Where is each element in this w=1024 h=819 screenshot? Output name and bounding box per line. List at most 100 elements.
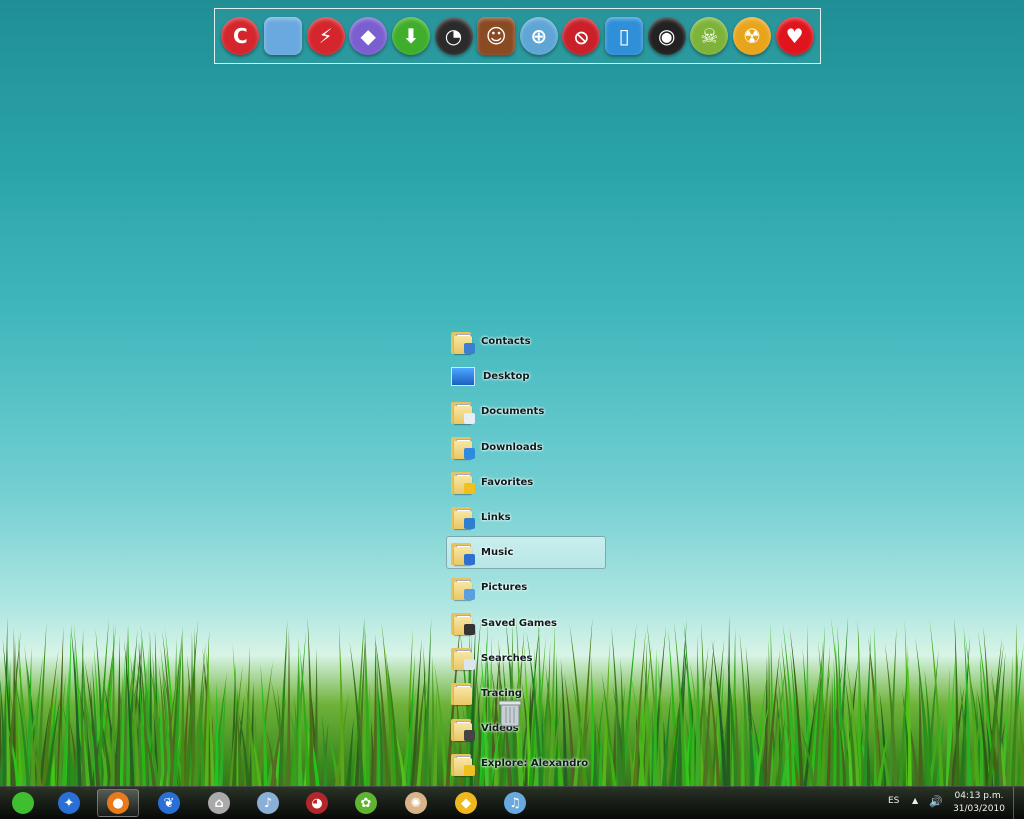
taskbar-button[interactable]: ⌂ [198,789,240,817]
grass-blade [169,728,182,789]
red-hand-icon[interactable]: C [221,17,260,55]
stack-item[interactable]: Music [446,536,606,570]
stack-item[interactable]: Links [446,501,606,534]
ninja-icon: ◕ [306,792,328,814]
taskbar-button[interactable]: ◕ [296,789,338,817]
grass-blade [844,657,859,789]
grass-blade [118,661,135,789]
show-hidden-icons-arrow-icon[interactable]: ▲ [912,796,918,805]
skull-icon[interactable]: ☠ [690,17,729,55]
stack-item[interactable]: Saved Games [446,607,606,640]
camera-lens-icon[interactable]: ◉ [647,17,686,55]
grass-blade [20,704,30,789]
folder-icon [451,576,475,600]
popsicle-icon[interactable]: ☺ [477,17,516,55]
taskbar-button[interactable]: ✺ [395,789,437,817]
grass-blade [100,694,116,789]
grass-blade [812,689,819,789]
grass-blade [730,628,736,789]
grass-blade [625,723,636,789]
grass-blade [1010,647,1019,789]
grass-blade [278,619,288,789]
grass-blade [270,679,288,789]
grass-blade [780,728,792,789]
grass-blade [153,711,159,789]
volume-icon[interactable]: 🔊 [929,795,943,808]
grass-blade [995,651,1006,789]
grass-blade [97,727,109,789]
grass-blade [152,652,159,789]
grass-blade [639,686,648,789]
grass-blade [670,670,684,789]
grass-blade [842,690,854,789]
taskbar-button[interactable]: ♫ [494,789,536,817]
grass-blade [36,622,47,789]
grass-blade [91,661,100,789]
grass-blade [62,703,75,789]
speedometer-icon[interactable]: ◔ [434,17,473,55]
top-dock: C ⚡ ◆ ⬇ ◔ ☺ ⊕ ⦸ ▯ ◉ ☠ ☢ ♥ [214,8,821,64]
stack-item-label: Documents [481,406,545,418]
stack-item[interactable]: Documents [446,395,606,428]
recycle-bin-icon[interactable] [498,698,522,728]
grass-blade [765,649,781,789]
grass-blade [356,627,366,789]
purple-gem-icon[interactable]: ◆ [349,17,388,55]
lightning-icon[interactable]: ⚡ [306,17,345,55]
clock[interactable]: 04:13 p.m. 31/03/2010 [948,790,1010,816]
crosshair-icon[interactable]: ⊕ [519,17,558,55]
stack-item[interactable]: Downloads [446,431,606,464]
blue-folder-icon[interactable] [263,17,302,55]
radiation-icon[interactable]: ☢ [733,17,771,55]
taskbar-button[interactable] [2,789,44,817]
stack-item[interactable]: Explore: Alexandro [446,747,606,780]
grass-blade [823,706,829,789]
grass-blade [782,623,798,789]
grass-blade [422,618,432,789]
grass-blade [752,672,768,789]
grass-blade [993,719,1006,789]
stack-item[interactable]: Videos [446,712,606,745]
download-icon[interactable]: ⬇ [391,17,430,55]
grass-blade [990,675,1007,789]
grass-blade [78,688,94,789]
taskbar-button[interactable]: ✦ [48,789,90,817]
stack-item[interactable]: Pictures [446,571,606,604]
grass-blade [430,655,435,789]
grass-blade [338,624,345,789]
grass-blade [779,726,785,789]
grass-blade [158,711,166,789]
grass-blade [769,622,774,789]
grass-blade [906,644,912,789]
taskbar-button[interactable]: ♪ [247,789,289,817]
taskbar-button[interactable]: ✿ [345,789,387,817]
stack-item[interactable]: Tracing [446,677,606,710]
heart-icon[interactable]: ♥ [775,17,814,55]
grass-blade [25,646,32,789]
no-entry-icon[interactable]: ⦸ [562,17,601,55]
grass-blade [204,636,209,789]
grass-blade [237,709,251,789]
grass-blade [131,691,136,789]
stack-item[interactable]: Searches [446,642,606,675]
taskbar-button[interactable]: ◆ [445,789,487,817]
taskbar-button[interactable]: ● [97,789,139,817]
stack-item[interactable]: Favorites [446,466,606,499]
ipod-icon[interactable]: ▯ [605,17,644,55]
grass-blade [95,628,106,789]
grass-blade [851,700,861,789]
grass-blade [833,657,838,789]
grass-blade [307,616,314,789]
taskbar-button[interactable]: ❦ [148,789,190,817]
language-indicator[interactable]: ES [888,796,899,806]
show-desktop-button[interactable] [1013,787,1024,819]
grass-blade [115,635,121,789]
grass-blade [266,726,279,789]
grass-blade [432,684,438,789]
grass-blade [299,645,311,789]
grass-blade [142,722,157,789]
grass-blade [73,622,84,789]
stack-item[interactable]: Desktop [446,360,606,393]
stack-item[interactable]: Contacts [446,325,606,358]
grass-blade [766,639,771,789]
